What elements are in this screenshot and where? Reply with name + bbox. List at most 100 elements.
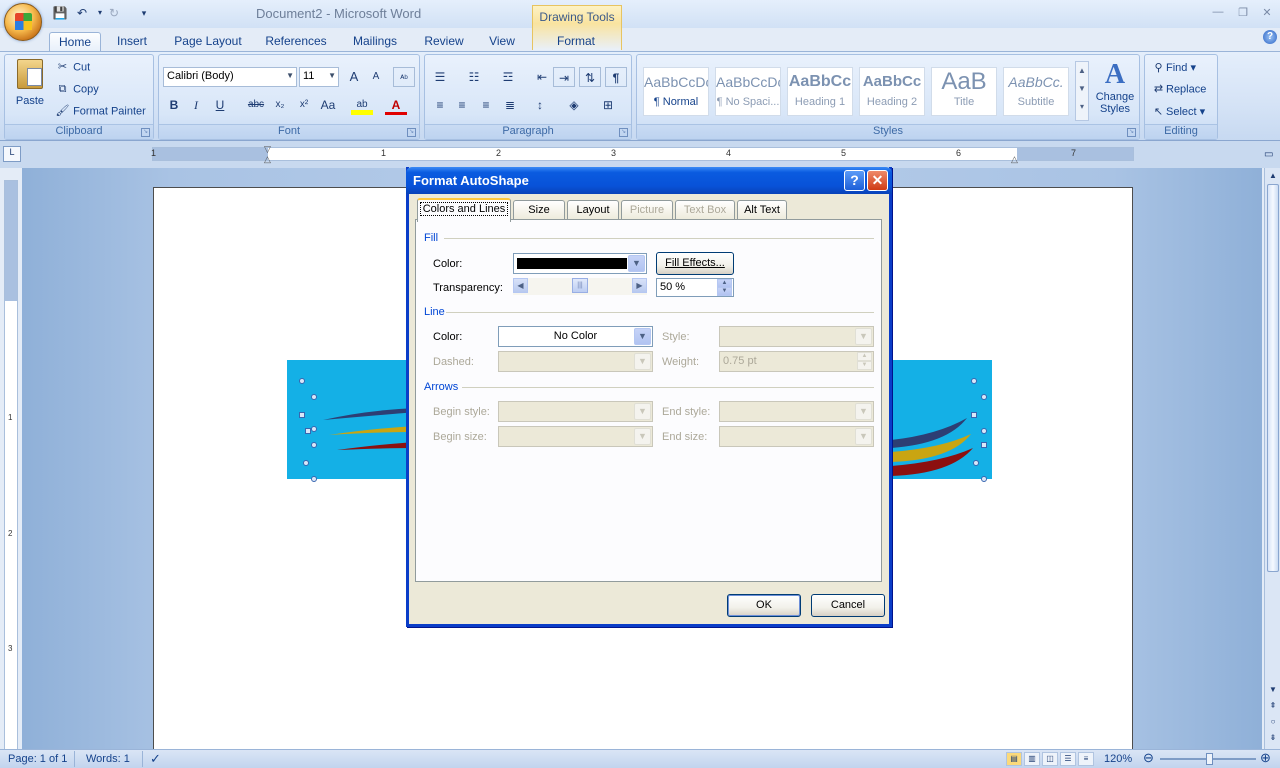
draft-view-icon[interactable]: ≡	[1078, 752, 1094, 766]
fill-color-select[interactable]: ▼	[513, 253, 647, 274]
selection-handle[interactable]	[311, 394, 317, 400]
transparency-input[interactable]: 50 % ▲ ▼	[656, 278, 734, 297]
outline-view-icon[interactable]: ☰	[1060, 752, 1076, 766]
vertical-scrollbar[interactable]: ▲ ▼ ⇞ ○ ⇟	[1264, 168, 1280, 749]
style-heading-2[interactable]: AaBbCc Heading 2	[859, 67, 925, 116]
numbering-icon[interactable]: ☷	[463, 67, 485, 87]
word-count[interactable]: Words: 1	[86, 753, 130, 765]
close-window-icon[interactable]: ✕	[1259, 6, 1275, 20]
selection-handle[interactable]	[981, 476, 987, 482]
transparency-slider[interactable]: ◀ ||| ▶	[513, 278, 647, 295]
align-left-icon[interactable]: ≡	[429, 95, 451, 115]
transparency-thumb[interactable]: |||	[572, 278, 588, 293]
zoom-slider-thumb[interactable]	[1206, 753, 1213, 765]
tab-mailings[interactable]: Mailings	[344, 32, 406, 52]
sort-icon[interactable]: ⇅	[579, 67, 601, 87]
selection-handle[interactable]	[981, 394, 987, 400]
decrease-indent-icon[interactable]: ⇤	[531, 67, 553, 87]
selection-handle[interactable]	[981, 442, 987, 448]
previous-page-icon[interactable]: ⇞	[1267, 700, 1279, 712]
selection-handle[interactable]	[311, 426, 317, 432]
print-layout-view-icon[interactable]: ▤	[1006, 752, 1022, 766]
change-styles-button[interactable]: A Change Styles	[1093, 59, 1137, 115]
subscript-button[interactable]: x₂	[269, 95, 291, 115]
browse-object-icon[interactable]: ○	[1267, 716, 1279, 728]
dialog-titlebar[interactable]: Format AutoShape	[406, 167, 892, 194]
selection-handle[interactable]	[305, 428, 311, 434]
fill-effects-button[interactable]: Fill Effects...	[656, 252, 734, 275]
restore-icon[interactable]: ❐	[1235, 6, 1251, 20]
change-case-button[interactable]: Aa	[317, 95, 339, 115]
style-subtitle[interactable]: AaBbCc. Subtitle	[1003, 67, 1069, 116]
undo-icon[interactable]: ↶	[74, 5, 90, 21]
tab-layout[interactable]: Layout	[567, 200, 619, 221]
tab-colors-and-lines[interactable]: Colors and Lines	[417, 198, 511, 222]
style-title[interactable]: AaB Title	[931, 67, 997, 116]
tab-review[interactable]: Review	[418, 32, 470, 52]
style-heading-1[interactable]: AaBbCc Heading 1	[787, 67, 853, 116]
customize-qat-icon[interactable]: ▾	[136, 5, 152, 21]
right-indent-marker[interactable]: △	[1011, 154, 1018, 165]
tab-selector-icon[interactable]: L	[3, 146, 21, 162]
underline-button[interactable]: U	[209, 95, 231, 115]
scroll-down-icon[interactable]: ▼	[1267, 684, 1279, 696]
paragraph-launcher-icon[interactable]: ↘	[619, 128, 628, 137]
selection-handle[interactable]	[981, 428, 987, 434]
minimize-icon[interactable]: —	[1210, 6, 1226, 20]
align-right-icon[interactable]: ≡	[475, 95, 497, 115]
clipboard-launcher-icon[interactable]: ↘	[141, 128, 150, 137]
strikethrough-button[interactable]: abc	[245, 95, 267, 115]
selection-handle[interactable]	[311, 442, 317, 448]
tab-alt-text[interactable]: Alt Text	[737, 200, 787, 221]
styles-launcher-icon[interactable]: ↘	[1127, 128, 1136, 137]
ok-button[interactable]: OK	[727, 594, 801, 617]
tab-home[interactable]: Home	[49, 32, 101, 52]
font-launcher-icon[interactable]: ↘	[407, 128, 416, 137]
zoom-level[interactable]: 120%	[1104, 753, 1132, 765]
web-layout-icon[interactable]: ◫	[1042, 752, 1058, 766]
styles-gallery-scroll[interactable]: ▲ ▼ ▾	[1075, 61, 1089, 121]
selection-handle[interactable]	[971, 412, 977, 418]
select-button[interactable]: ↖ Select ▾	[1151, 105, 1205, 119]
horizontal-ruler[interactable]: 1 1 2 3 4 5 6 7 ▽ △ △	[151, 144, 1134, 164]
clear-formatting-icon[interactable]: ᴬᵇ	[393, 67, 415, 87]
help-icon[interactable]: ?	[1263, 30, 1277, 44]
zoom-in-icon[interactable]: ⊕	[1260, 750, 1271, 766]
cut-button[interactable]: ✂ Cut	[55, 61, 90, 74]
multilevel-list-icon[interactable]: ☲	[497, 67, 519, 87]
cancel-button[interactable]: Cancel	[811, 594, 885, 617]
full-screen-reading-icon[interactable]: ▥	[1024, 752, 1040, 766]
superscript-button[interactable]: x²	[293, 95, 315, 115]
tab-size[interactable]: Size	[513, 200, 565, 221]
format-painter-button[interactable]: 🖌 Format Painter	[55, 105, 146, 118]
spin-down-icon[interactable]: ▼	[717, 287, 732, 296]
tab-references[interactable]: References	[260, 32, 332, 52]
find-button[interactable]: ⚲ Find ▾	[1151, 61, 1196, 75]
office-button[interactable]	[4, 3, 42, 41]
next-page-icon[interactable]: ⇟	[1267, 732, 1279, 744]
align-center-icon[interactable]: ≡	[451, 95, 473, 115]
shading-icon[interactable]: ◈	[563, 95, 585, 115]
font-size-combo[interactable]: 11 ▼	[299, 67, 339, 87]
copy-button[interactable]: ⧉ Copy	[55, 83, 99, 96]
italic-button[interactable]: I	[185, 95, 207, 115]
increase-indent-icon[interactable]: ⇥	[553, 67, 575, 87]
replace-button[interactable]: ⇄ Replace	[1151, 83, 1206, 96]
show-marks-button[interactable]: ¶	[605, 67, 627, 87]
tab-format[interactable]: Format	[548, 32, 604, 52]
grow-font-button[interactable]: A	[343, 67, 365, 87]
redo-icon[interactable]: ↻	[106, 5, 122, 21]
font-color-button[interactable]: A	[385, 95, 407, 115]
font-name-combo[interactable]: Calibri (Body) ▼	[163, 67, 297, 87]
style-normal[interactable]: AaBbCcDc ¶ Normal	[643, 67, 709, 116]
selection-handle[interactable]	[299, 378, 305, 384]
line-color-select[interactable]: No Color ▼	[498, 326, 653, 347]
shrink-font-button[interactable]: A	[365, 67, 387, 87]
bullets-icon[interactable]: ☰	[429, 67, 451, 87]
view-ruler-icon[interactable]: ▭	[1264, 149, 1278, 163]
scrollbar-thumb[interactable]	[1267, 184, 1279, 572]
style-no-spacing[interactable]: AaBbCcDc ¶ No Spaci...	[715, 67, 781, 116]
chevron-left-icon[interactable]: ◀	[513, 278, 528, 293]
zoom-out-icon[interactable]: ⊖	[1143, 750, 1154, 766]
chevron-right-icon[interactable]: ▶	[632, 278, 647, 293]
